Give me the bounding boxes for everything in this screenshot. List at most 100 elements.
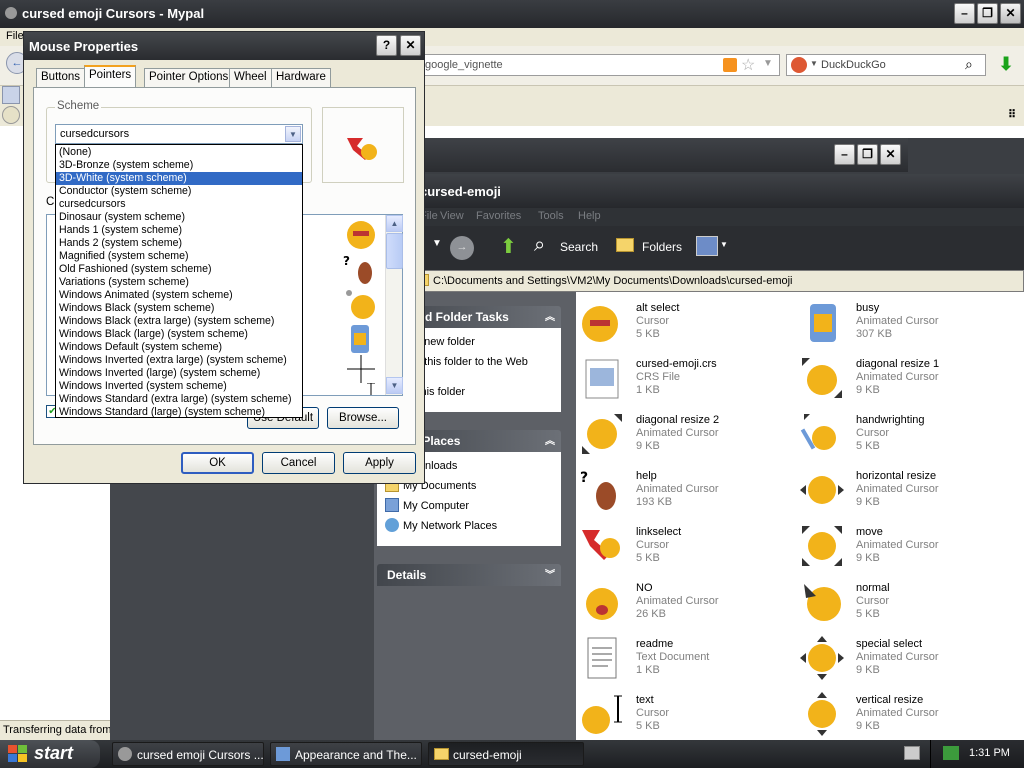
scheme-option[interactable]: Hands 1 (system scheme) bbox=[56, 224, 302, 237]
scroll-down-icon[interactable]: ▼ bbox=[386, 377, 403, 394]
taskbar-item-explorer[interactable]: cursed-emoji bbox=[428, 742, 584, 766]
more-bookmarks-icon[interactable]: ⠿ bbox=[1008, 108, 1016, 121]
dialog-close-button[interactable]: ✕ bbox=[400, 35, 421, 56]
scheme-option[interactable]: Hands 2 (system scheme) bbox=[56, 237, 302, 250]
cancel-button[interactable]: Cancel bbox=[262, 452, 335, 474]
bg-maximize-button[interactable]: ❐ bbox=[857, 144, 878, 165]
tab-hardware[interactable]: Hardware bbox=[271, 68, 331, 87]
scheme-option[interactable]: 3D-Bronze (system scheme) bbox=[56, 159, 302, 172]
search-icon[interactable]: ⌕ bbox=[965, 56, 973, 73]
menu-favorites[interactable]: Favorites bbox=[476, 210, 521, 222]
file-item[interactable]: vertical resize Animated Cursor 9 KB bbox=[800, 690, 1020, 746]
views-dropdown-icon[interactable]: ▼ bbox=[720, 240, 728, 249]
scheme-option[interactable]: Variations (system scheme) bbox=[56, 276, 302, 289]
search-button[interactable]: ⌕ Search bbox=[534, 232, 610, 262]
scheme-option[interactable]: Windows Standard (large) (system scheme) bbox=[56, 406, 302, 417]
list-scrollbar[interactable]: ▲ ▼ bbox=[385, 215, 403, 395]
scheme-dropdown-list[interactable]: (None) 3D-Bronze (system scheme) 3D-Whit… bbox=[55, 144, 303, 418]
scheme-option[interactable]: Magnified (system scheme) bbox=[56, 250, 302, 263]
apply-button[interactable]: Apply bbox=[343, 452, 416, 474]
file-item[interactable]: readme Text Document 1 KB bbox=[580, 634, 800, 690]
place-my-computer[interactable]: My Computer bbox=[403, 500, 469, 512]
place-network-places[interactable]: My Network Places bbox=[403, 520, 497, 532]
scheme-option[interactable]: Dinosaur (system scheme) bbox=[56, 211, 302, 224]
taskbar-item-appearance[interactable]: Appearance and The... bbox=[270, 742, 422, 766]
scheme-option[interactable]: Windows Black (large) (system scheme) bbox=[56, 328, 302, 341]
scheme-combobox[interactable]: cursedcursors ▼ bbox=[55, 124, 303, 144]
menu-file[interactable]: File bbox=[6, 30, 24, 42]
views-icon[interactable] bbox=[696, 236, 718, 256]
scheme-option[interactable]: Windows Inverted (system scheme) bbox=[56, 380, 302, 393]
dropdown-arrow-icon[interactable]: ▼ bbox=[763, 58, 773, 69]
close-button[interactable]: ✕ bbox=[1000, 3, 1021, 24]
scheme-option[interactable]: Windows Inverted (extra large) (system s… bbox=[56, 354, 302, 367]
scheme-option[interactable]: Windows Standard (extra large) (system s… bbox=[56, 393, 302, 406]
address-bar[interactable]: C:\Documents and Settings\VM2\My Documen… bbox=[410, 270, 1024, 292]
search-box[interactable]: ▼ DuckDuckGo ⌕ bbox=[786, 54, 986, 76]
file-item[interactable]: alt select Cursor 5 KB bbox=[580, 298, 800, 354]
rss-icon[interactable] bbox=[723, 58, 737, 72]
scroll-up-icon[interactable]: ▲ bbox=[386, 215, 403, 232]
bg-close-button[interactable]: ✕ bbox=[880, 144, 901, 165]
scroll-thumb[interactable] bbox=[386, 233, 403, 269]
start-button[interactable]: start bbox=[0, 740, 100, 768]
help-button[interactable]: ? bbox=[376, 35, 397, 56]
taskbar-item-browser[interactable]: cursed emoji Cursors ... bbox=[112, 742, 264, 766]
scheme-option[interactable]: Windows Black (extra large) (system sche… bbox=[56, 315, 302, 328]
scheme-option[interactable]: Windows Black (system scheme) bbox=[56, 302, 302, 315]
tab-pointer-options[interactable]: Pointer Options bbox=[144, 68, 234, 87]
details-header[interactable]: Details ︾ bbox=[377, 564, 561, 586]
forward-arrow-icon[interactable]: → bbox=[450, 236, 474, 260]
download-arrow-icon[interactable]: ⬇ bbox=[994, 54, 1018, 76]
scheme-option[interactable]: Windows Inverted (large) (system scheme) bbox=[56, 367, 302, 380]
file-item[interactable]: linkselect Cursor 5 KB bbox=[580, 522, 800, 578]
collapse-chevron-icon[interactable]: ︽ bbox=[545, 432, 555, 447]
file-item[interactable]: move Animated Cursor 9 KB bbox=[800, 522, 1020, 578]
file-item[interactable]: handwrighting Cursor 5 KB bbox=[800, 410, 1020, 466]
url-bar[interactable]: google_vignette ☆ ▼ bbox=[418, 54, 780, 76]
back-dropdown-icon[interactable]: ▼ bbox=[432, 238, 442, 249]
browse-button[interactable]: Browse... bbox=[327, 407, 399, 429]
file-item[interactable]: text Cursor 5 KB bbox=[580, 690, 800, 746]
chevron-down-icon[interactable]: ▼ bbox=[285, 126, 301, 142]
file-item[interactable]: busy Animated Cursor 307 KB bbox=[800, 298, 1020, 354]
vertical-resize-icon bbox=[800, 692, 844, 736]
bookmark-icon[interactable] bbox=[2, 106, 20, 124]
file-item[interactable]: NO Animated Cursor 26 KB bbox=[580, 578, 800, 634]
no-cursor-icon bbox=[580, 580, 624, 624]
file-item[interactable]: cursed-emoji.crs CRS File 1 KB bbox=[580, 354, 800, 410]
scheme-option[interactable]: Windows Animated (system scheme) bbox=[56, 289, 302, 302]
star-icon[interactable]: ☆ bbox=[741, 55, 755, 75]
menu-tools[interactable]: Tools bbox=[538, 210, 564, 222]
sidebar-search-icon[interactable] bbox=[2, 86, 20, 104]
scheme-option[interactable]: Conductor (system scheme) bbox=[56, 185, 302, 198]
file-item[interactable]: normal Cursor 5 KB bbox=[800, 578, 1020, 634]
bg-minimize-button[interactable]: – bbox=[834, 144, 855, 165]
keyboard-icon[interactable] bbox=[904, 746, 920, 760]
network-icon[interactable] bbox=[943, 746, 959, 760]
maximize-button[interactable]: ❐ bbox=[977, 3, 998, 24]
scheme-option-highlighted[interactable]: 3D-White (system scheme) bbox=[56, 172, 302, 185]
file-item[interactable]: ? help Animated Cursor 193 KB bbox=[580, 466, 800, 522]
expand-chevron-icon[interactable]: ︾ bbox=[545, 566, 555, 581]
scheme-option[interactable]: cursedcursors bbox=[56, 198, 302, 211]
tab-buttons[interactable]: Buttons bbox=[36, 68, 85, 87]
file-item[interactable]: diagonal resize 1 Animated Cursor 9 KB bbox=[800, 354, 1020, 410]
folders-button[interactable]: Folders bbox=[616, 232, 686, 262]
tab-pointers[interactable]: Pointers bbox=[84, 65, 137, 88]
up-folder-icon[interactable]: ⬆ bbox=[500, 234, 522, 260]
scheme-option[interactable]: Old Fashioned (system scheme) bbox=[56, 263, 302, 276]
busy-emoji-icon bbox=[347, 221, 375, 249]
ok-button[interactable]: OK bbox=[181, 452, 254, 474]
file-item[interactable]: diagonal resize 2 Animated Cursor 9 KB bbox=[580, 410, 800, 466]
collapse-chevron-icon[interactable]: ︽ bbox=[545, 308, 555, 323]
file-item[interactable]: horizontal resize Animated Cursor 9 KB bbox=[800, 466, 1020, 522]
search-engine-dropdown-icon[interactable]: ▼ bbox=[810, 59, 818, 68]
tab-wheel[interactable]: Wheel bbox=[229, 68, 272, 87]
minimize-button[interactable]: – bbox=[954, 3, 975, 24]
scheme-option[interactable]: (None) bbox=[56, 146, 302, 159]
file-item[interactable]: special select Animated Cursor 9 KB bbox=[800, 634, 1020, 690]
scheme-option[interactable]: Windows Default (system scheme) bbox=[56, 341, 302, 354]
menu-view[interactable]: View bbox=[440, 210, 464, 222]
menu-help[interactable]: Help bbox=[578, 210, 601, 222]
